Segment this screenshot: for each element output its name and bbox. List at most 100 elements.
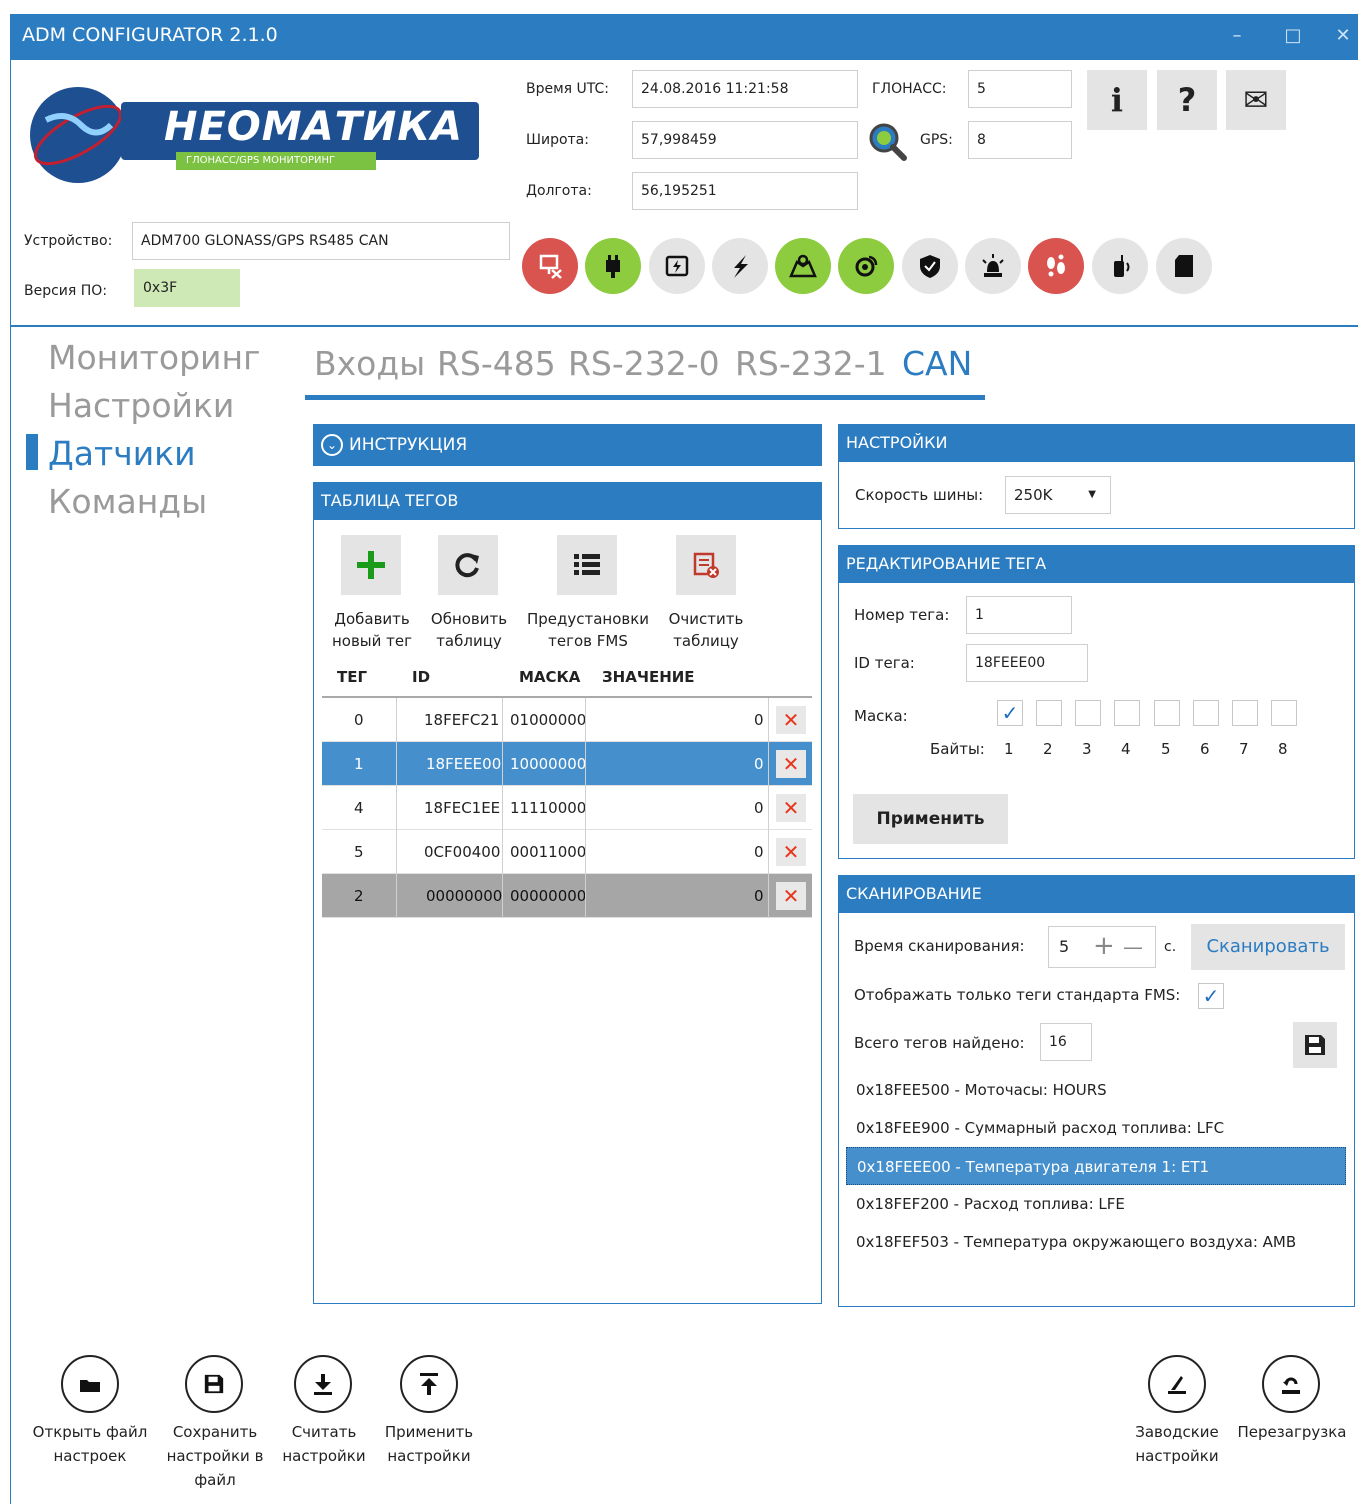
byte-number: 5 [1161,740,1171,758]
list-item[interactable]: 0x18FEF200 - Расход топлива: LFE [846,1185,1346,1223]
list-item[interactable]: 0x18FEEE00 - Температура двигателя 1: ET… [846,1147,1346,1185]
info-button[interactable]: i [1087,70,1147,130]
cell-tag: 0 [354,711,364,729]
tag-id-input[interactable]: 18FEEE00 [966,644,1088,682]
save-scan-button[interactable] [1293,1022,1337,1068]
delete-row-icon[interactable]: ✕ [776,706,806,734]
table-row[interactable]: 5 0CF00400 00011000 0 ✕ [322,830,812,874]
nav-sensors[interactable]: Датчики [48,434,196,473]
nav-settings[interactable]: Настройки [48,386,234,425]
table-row[interactable]: 4 18FEC1EE 11110000 0 ✕ [322,786,812,830]
delete-row-icon[interactable]: ✕ [776,794,806,822]
byte-number: 7 [1239,740,1249,758]
scan-title: СКАНИРОВАНИЕ [846,884,982,903]
gps-label: GPS: [920,132,953,148]
tab-rs232-0[interactable]: RS-232-0 [568,344,720,383]
settings-header: НАСТРОЙКИ [838,424,1355,462]
col-header-tag: ТЕГ [337,668,368,686]
list-item[interactable]: 0x18FEE500 - Моточасы: HOURS [846,1071,1346,1109]
cell-id: 00000000 [426,887,503,905]
table-row[interactable]: 0 18FEFC21 01000000 0 ✕ [322,698,812,742]
delete-row-icon[interactable]: ✕ [776,838,806,866]
fms-presets-button[interactable] [557,535,617,595]
fms-only-checkbox[interactable]: ✓ [1198,983,1224,1009]
scan-button[interactable]: Сканировать [1191,924,1345,970]
add-tag-caption: Добавить новый тег [331,610,413,650]
lightning-icon [712,238,768,294]
minimize-button[interactable]: – [1222,22,1252,50]
tag-edit-title: РЕДАКТИРОВАНИЕ ТЕГА [846,554,1047,573]
fms-only-label: Отображать только теги стандарта FMS: [854,986,1181,1004]
tags-found-label: Всего тегов найдено: [854,1034,1025,1052]
power-plug-icon [585,238,641,294]
factory-reset-button[interactable] [1148,1355,1206,1413]
tab-rs485[interactable]: RS-485 [437,344,556,383]
save-settings-button[interactable] [185,1355,243,1413]
scan-time-stepper[interactable]: 5 + — [1048,926,1156,968]
byte-number: 1 [1004,740,1014,758]
col-header-mask: МАСКА [519,668,581,686]
table-row[interactable]: 2 00000000 00000000 0 ✕ [322,874,812,918]
plus-icon[interactable]: + [1093,931,1115,961]
mask-byte-7-checkbox[interactable] [1232,700,1258,726]
mask-byte-5-checkbox[interactable] [1154,700,1180,726]
delete-row-icon[interactable]: ✕ [776,750,806,778]
instruction-header[interactable]: ⌄ ИНСТРУКЦИЯ [313,424,822,466]
table-row[interactable]: 1 18FEEE00 10000000 0 ✕ [322,742,812,786]
save-settings-caption: Сохранить настройки в файл [166,1423,264,1489]
list-item[interactable]: 0x18FEF503 - Температура окружающего воз… [846,1223,1346,1261]
utc-field: 24.08.2016 11:21:58 [632,70,858,108]
logo-tagline: ГЛОНАСС/GPS МОНИТОРИНГ [186,155,336,166]
close-button[interactable]: ✕ [1328,22,1358,50]
nav-commands[interactable]: Команды [48,482,207,521]
apply-settings-button[interactable] [400,1355,458,1413]
longitude-label: Долгота: [526,183,592,199]
cell-value: 0 [754,843,764,861]
maximize-button[interactable]: □ [1278,22,1308,50]
shield-icon [902,238,958,294]
mask-byte-6-checkbox[interactable] [1193,700,1219,726]
open-file-caption: Открыть файл настроек [32,1423,148,1465]
refresh-table-button[interactable] [438,535,498,595]
tab-can[interactable]: CAN [902,344,972,383]
add-tag-button[interactable] [341,535,401,595]
tab-inputs[interactable]: Входы [314,344,425,383]
network-error-icon [522,238,578,294]
mail-button[interactable]: ✉ [1226,70,1286,130]
tag-number-input[interactable]: 1 [966,596,1072,634]
mask-byte-8-checkbox[interactable] [1271,700,1297,726]
map-search-icon[interactable] [864,120,910,162]
col-header-id: ID [412,668,431,686]
minus-icon[interactable]: — [1123,933,1143,961]
bus-speed-select[interactable]: 250K ▼ [1005,476,1111,514]
nav-monitoring[interactable]: Мониторинг [48,338,260,377]
read-settings-button[interactable] [294,1355,352,1413]
title-bar: ADM CONFIGURATOR 2.1.0 – □ ✕ [10,14,1358,60]
longitude-field: 56,195251 [632,172,858,210]
mask-byte-4-checkbox[interactable] [1114,700,1140,726]
delete-row-icon[interactable]: ✕ [776,882,806,910]
floppy-disk-icon [1305,1035,1325,1055]
device-label: Устройство: [24,233,113,249]
scan-results-list: 0x18FEE500 - Моточасы: HOURS 0x18FEE900 … [846,1071,1346,1261]
tab-rs232-1[interactable]: RS-232-1 [735,344,887,383]
apply-tag-button[interactable]: Применить [853,794,1008,844]
clear-table-button[interactable] [676,535,736,595]
sd-card-icon [1156,238,1212,294]
latitude-label: Широта: [526,132,589,148]
bus-speed-value: 250K [1014,486,1053,504]
mask-byte-2-checkbox[interactable] [1036,700,1062,726]
open-file-button[interactable] [61,1355,119,1413]
help-button[interactable]: ? [1157,70,1217,130]
factory-reset-icon [1168,1376,1186,1394]
mask-byte-1-checkbox[interactable]: ✓ [997,700,1023,726]
list-item[interactable]: 0x18FEE900 - Суммарный расход топлива: L… [846,1109,1346,1147]
tag-edit-header: РЕДАКТИРОВАНИЕ ТЕГА [838,545,1355,583]
scan-time-unit: с. [1164,939,1177,955]
cell-value: 0 [754,799,764,817]
mask-byte-3-checkbox[interactable] [1075,700,1101,726]
cell-mask: 10000000 [510,755,587,773]
clear-caption: Очистить таблицу [668,610,744,650]
firmware-label: Версия ПО: [24,283,108,299]
reboot-button[interactable] [1262,1355,1320,1413]
